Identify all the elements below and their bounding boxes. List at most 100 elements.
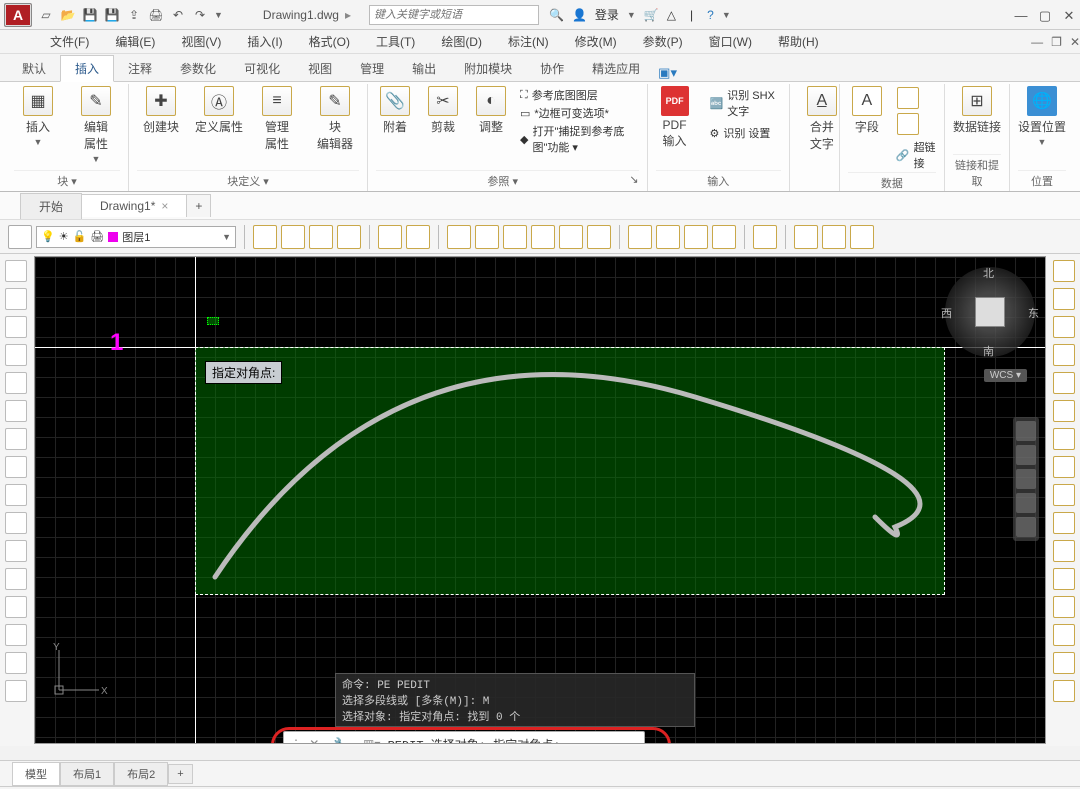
tb-h[interactable] <box>628 225 652 249</box>
menu-edit[interactable]: 编辑(E) <box>115 33 155 50</box>
open-icon[interactable]: 📂 <box>60 7 76 23</box>
spline2-icon[interactable] <box>5 540 27 562</box>
layer-props-icon[interactable] <box>8 225 32 249</box>
gradient-icon[interactable] <box>5 652 27 674</box>
file-tab-start[interactable]: 开始 <box>20 193 82 219</box>
stretch-icon[interactable] <box>1053 316 1075 338</box>
block-editor-button[interactable]: ✎块 编辑器 <box>311 86 359 152</box>
layout-tab-2[interactable]: 布局2 <box>114 762 168 786</box>
command-line[interactable]: ⋮ ✕ 🔧 ▥▾ PEDIT 选择对象: 指定对角点: <box>283 731 645 744</box>
copy-icon[interactable] <box>1053 288 1075 310</box>
menu-file[interactable]: 文件(F) <box>50 33 89 50</box>
underlay-layers[interactable]: ⛶参考底图图层 <box>520 87 639 103</box>
trim-icon[interactable] <box>1053 512 1075 534</box>
user-icon[interactable]: 👤 <box>572 8 587 22</box>
menu-insert[interactable]: 插入(I) <box>247 33 282 50</box>
tb-f[interactable] <box>559 225 583 249</box>
tb-c[interactable] <box>447 225 471 249</box>
save-icon[interactable]: 💾 <box>82 7 98 23</box>
tb-k[interactable] <box>712 225 736 249</box>
menu-help[interactable]: 帮助(H) <box>778 33 819 50</box>
redo-icon[interactable]: ↷ <box>192 7 208 23</box>
recognize-shx[interactable]: 🔤识别 SHX 文字 <box>710 87 781 119</box>
app-icon[interactable]: △ <box>667 8 676 22</box>
ribbon-tab-featured[interactable]: 精选应用 <box>578 56 654 81</box>
app-logo[interactable]: A <box>4 3 32 27</box>
menu-modify[interactable]: 修改(M) <box>575 33 617 50</box>
layer-off-icon[interactable] <box>337 225 361 249</box>
menu-dimension[interactable]: 标注(N) <box>508 33 549 50</box>
moveall-icon[interactable] <box>1053 428 1075 450</box>
help-search-input[interactable] <box>369 5 539 25</box>
wcs-label[interactable]: WCS ▾ <box>984 369 1027 382</box>
tb-arc-icon[interactable] <box>531 225 555 249</box>
ribbon-expand-icon[interactable]: ▣▾ <box>658 65 677 81</box>
login-label[interactable]: 登录 <box>595 6 619 23</box>
menu-view[interactable]: 视图(V) <box>181 33 221 50</box>
cart-icon[interactable]: 🛒 <box>644 8 659 22</box>
new-icon[interactable]: ▱ <box>38 7 54 23</box>
point-icon[interactable] <box>5 596 27 618</box>
ole-icon[interactable] <box>897 113 919 135</box>
revcloud-icon[interactable] <box>5 512 27 534</box>
tb-j[interactable] <box>684 225 708 249</box>
chamfer-icon[interactable] <box>1053 624 1075 646</box>
break-icon[interactable] <box>1053 568 1075 590</box>
tb-g[interactable] <box>587 225 611 249</box>
menu-format[interactable]: 格式(O) <box>309 33 350 50</box>
layer-dropdown[interactable]: 💡☀🔓🖨图层1▼ <box>36 226 236 248</box>
donut-icon[interactable] <box>5 568 27 590</box>
tb-l[interactable] <box>794 225 818 249</box>
set-location-button[interactable]: 🌐设置位置▼ <box>1018 86 1066 147</box>
move-icon[interactable] <box>1053 260 1075 282</box>
define-attr-button[interactable]: Ⓐ定义属性 <box>195 86 243 135</box>
saveas-icon[interactable]: 💾 <box>104 7 120 23</box>
ribbon-tab-addin[interactable]: 附加模块 <box>450 56 526 81</box>
tb-n[interactable] <box>850 225 874 249</box>
adjust-button[interactable]: ◐调整 <box>472 86 510 135</box>
menu-window[interactable]: 窗口(W) <box>709 33 752 50</box>
data-link-button[interactable]: ⊞数据链接 <box>953 86 1001 135</box>
ribbon-tab-manage[interactable]: 管理 <box>346 56 398 81</box>
field-button[interactable]: A字段 <box>848 86 886 135</box>
ribbon-tab-collab[interactable]: 协作 <box>526 56 578 81</box>
fillet-icon[interactable] <box>1053 596 1075 618</box>
array-icon[interactable] <box>1053 400 1075 422</box>
nav-bar[interactable] <box>1013 417 1039 541</box>
tb-b[interactable] <box>406 225 430 249</box>
ribbon-tab-output[interactable]: 输出 <box>398 56 450 81</box>
tb-m[interactable] <box>822 225 846 249</box>
arc2-icon[interactable] <box>5 344 27 366</box>
hatch-icon[interactable] <box>5 624 27 646</box>
tb-brush-icon[interactable] <box>753 225 777 249</box>
polyline-icon[interactable] <box>5 288 27 310</box>
ribbon-tab-insert[interactable]: 插入 <box>60 55 114 82</box>
layout-tab-model[interactable]: 模型 <box>12 762 60 786</box>
scale-icon[interactable] <box>1053 484 1075 506</box>
menu-tools[interactable]: 工具(T) <box>376 33 415 50</box>
layout-add-button[interactable]: + <box>168 764 192 784</box>
manage-attr-button[interactable]: ≡管理 属性 <box>253 86 301 152</box>
hyperlink[interactable]: 🔗超链接 <box>896 139 936 171</box>
help-icon[interactable]: ? <box>707 8 714 22</box>
viewcube[interactable]: 北 南 东 西 <box>945 267 1035 357</box>
plot-icon[interactable]: 🖨 <box>148 7 164 23</box>
merge-text-button[interactable]: A̲合并 文字 <box>798 86 846 152</box>
rectangle-icon[interactable] <box>5 400 27 422</box>
explode-icon[interactable] <box>1053 652 1075 674</box>
menu-draw[interactable]: 绘图(D) <box>441 33 482 50</box>
maximize-icon[interactable]: ▢ <box>1038 8 1052 22</box>
erase-icon[interactable] <box>1053 680 1075 702</box>
drawing-canvas[interactable]: 1 指定对角点: 北 南 东 西 WCS ▾ YX 命令: PE PEDIT <box>34 256 1046 744</box>
tb-i[interactable] <box>656 225 680 249</box>
ribbon-tab-param[interactable]: 参数化 <box>166 56 230 81</box>
edit-attr-button[interactable]: ✎编辑 属性▼ <box>72 86 120 164</box>
offset-icon[interactable] <box>1053 372 1075 394</box>
rotate-icon[interactable] <box>1053 456 1075 478</box>
recognize-settings[interactable]: ⚙识别 设置 <box>710 125 781 141</box>
tb-a[interactable] <box>378 225 402 249</box>
attach-button[interactable]: 📎附着 <box>376 86 414 135</box>
search-icon[interactable]: 🔍 <box>549 8 564 22</box>
minimize-icon[interactable]: — <box>1014 8 1028 22</box>
spline-icon[interactable] <box>5 428 27 450</box>
